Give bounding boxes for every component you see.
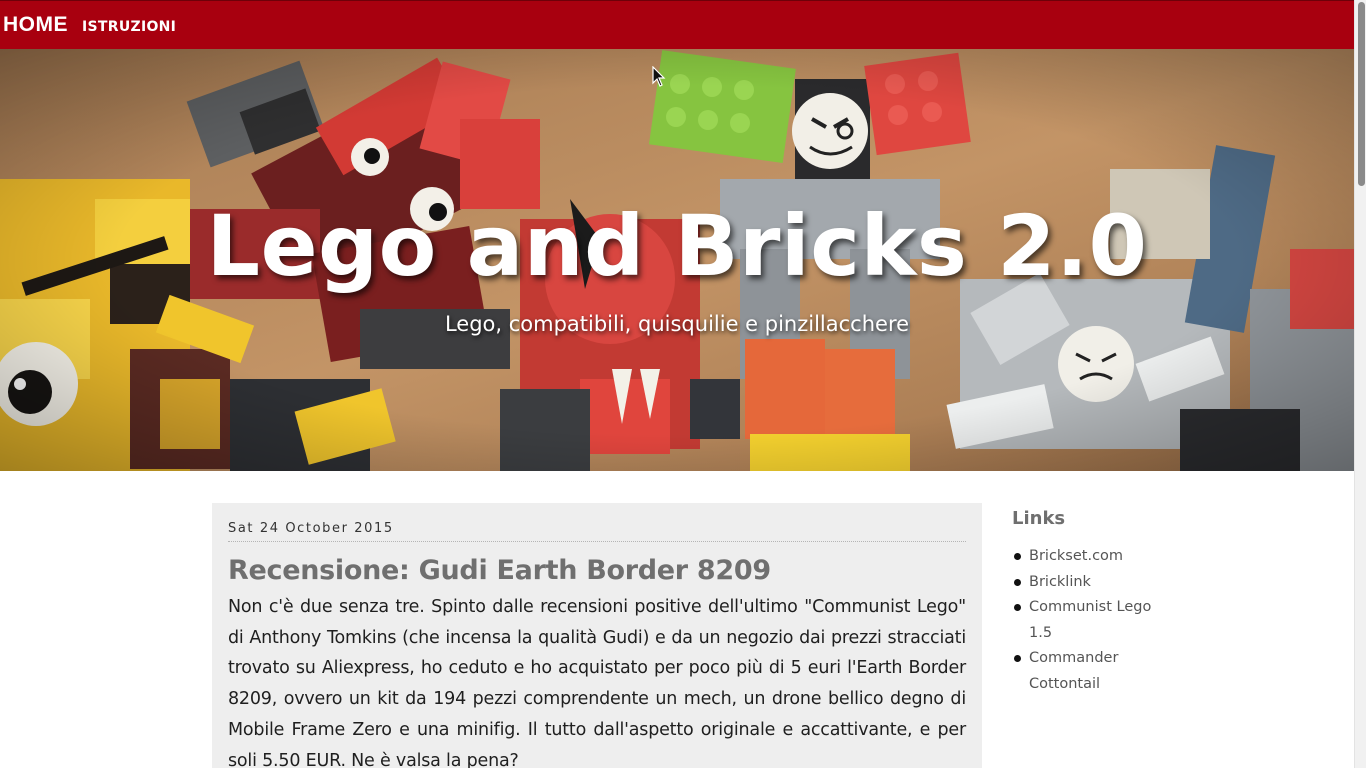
post-title[interactable]: Recensione: Gudi Earth Border 8209 <box>228 555 966 586</box>
nav-istruzioni-link[interactable]: ISTRUZIONI <box>82 19 176 35</box>
nav-home-link[interactable]: HOME <box>3 13 68 37</box>
sidebar-link-communist-lego[interactable]: Communist Lego 1.5 <box>1012 595 1152 646</box>
page-scrollbar[interactable] <box>1354 0 1366 768</box>
post-body: Non c'è due senza tre. Spinto dalle rece… <box>228 597 966 768</box>
sidebar-link-bricklink[interactable]: Bricklink <box>1012 570 1152 596</box>
sidebar-link-brickset[interactable]: Brickset.com <box>1012 544 1152 570</box>
sidebar-link-commander-cottontail[interactable]: Commander Cottontail <box>1012 646 1152 697</box>
top-navbar: HOME ISTRUZIONI <box>0 0 1354 49</box>
site-title[interactable]: Lego and Bricks 2.0 <box>0 197 1354 295</box>
site-subtitle: Lego, compatibili, quisquilie e pinzilla… <box>444 312 910 336</box>
scrollbar-thumb[interactable] <box>1358 2 1365 186</box>
article-card: Sat 24 October 2015 Recensione: Gudi Ear… <box>212 503 982 768</box>
hero-banner: Lego and Bricks 2.0 Lego, compatibili, q… <box>0 49 1354 471</box>
sidebar-link-list: Brickset.com Bricklink Communist Lego 1.… <box>1012 544 1152 698</box>
mouse-pointer-icon <box>652 66 666 87</box>
sidebar-links: Links Brickset.com Bricklink Communist L… <box>1012 508 1152 698</box>
post-date: Sat 24 October 2015 <box>228 521 966 542</box>
sidebar-title: Links <box>1012 508 1066 529</box>
